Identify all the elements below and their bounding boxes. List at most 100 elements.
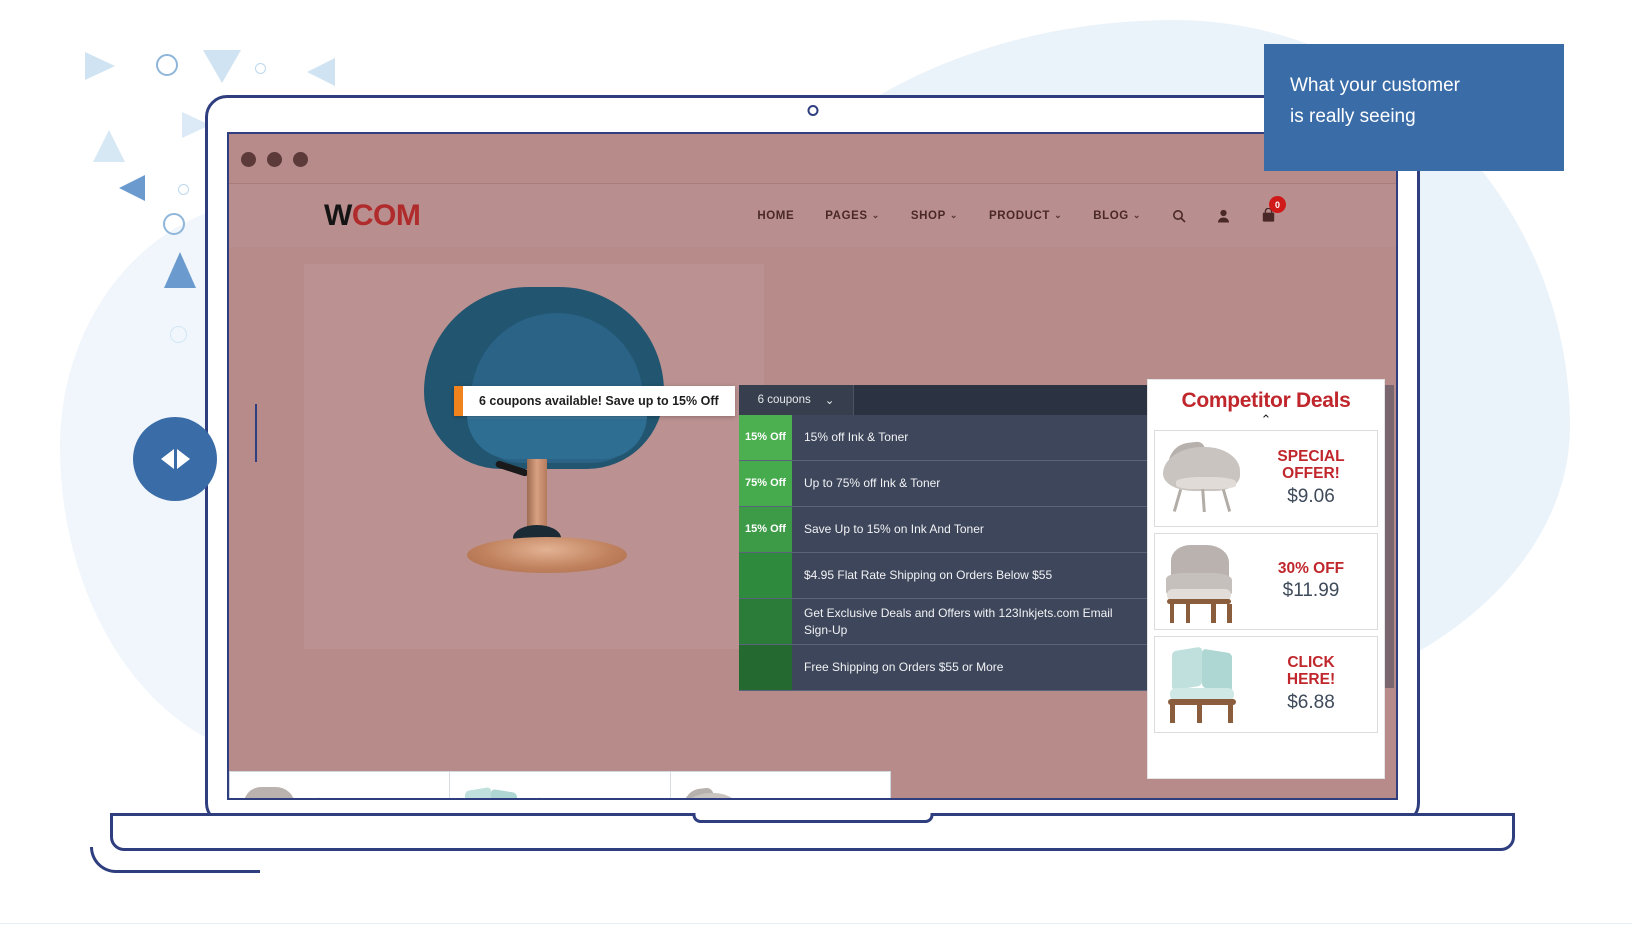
coupon-description: Save Up to 15% on Ink And Toner [804,522,984,537]
chevron-down-icon: ⌄ [824,395,835,407]
coupon-item[interactable]: 75% Off Up to 75% off Ink & Toner [739,461,1149,507]
ad-item[interactable]: $63.99 SPECIAL OFFER! [450,772,671,798]
decor-triangle-3 [307,58,335,86]
collapse-caret-icon[interactable]: ⌃ [1148,413,1384,426]
nav-arrow-stem [255,404,257,462]
coupon-panel-header: 6 coupons ⌄ [739,385,1149,415]
nav-item-blog[interactable]: BLOG ⌄ [1093,210,1141,222]
main-nav: HOME PAGES ⌄ SHOP ⌄ PRODUCT ⌄ BLOG ⌄ 0 [757,196,1286,223]
decor-triangle-5 [93,130,125,162]
product-main-image [409,287,679,587]
deal-card[interactable]: CLICK HERE! $6.88 [1154,636,1378,733]
nav-item-shop[interactable]: SHOP ⌄ [911,210,958,222]
coupon-description: Get Exclusive Deals and Offers with 123I… [804,606,1113,637]
nav-item-pages[interactable]: PAGES ⌄ [825,210,880,222]
coupon-item[interactable]: Free Shipping on Orders $55 or More [739,645,1149,691]
bottom-ad-strip: $23.99 CLICK HERE! $ [229,771,891,798]
coupon-description: 15% off Ink & Toner [804,430,909,445]
ad-item[interactable]: $23.99 CLICK HERE! [230,772,451,798]
coupon-item[interactable]: 15% Off 15% off Ink & Toner [739,415,1149,461]
coupon-discount-badge [739,599,792,644]
callout-line-1: What your customer [1290,75,1460,96]
coupon-discount-badge: 15% Off [739,415,792,460]
logo-part-1: W [324,198,352,232]
nav-label: SHOP [910,209,946,222]
close-dot-icon[interactable] [241,152,256,167]
browser-screen: WCOM HOME PAGES ⌄ SHOP ⌄ PRODUCT ⌄ BLOG … [227,132,1398,800]
chevron-down-icon: ⌄ [871,210,880,220]
deal-tag-line-2: HERE! [1286,671,1336,688]
deal-tag-line-2: OFFER! [1282,465,1340,482]
competitor-deals-title: Competitor Deals [1181,389,1351,412]
coupon-toast-banner[interactable]: 6 coupons available! Save up to 15% Off [454,386,735,416]
ad-price: $63.99 [534,795,669,798]
decor-triangle-7 [164,252,196,288]
laptop-camera-icon [807,105,818,116]
laptop-base [110,813,1515,851]
deal-info: CLICK HERE! $6.88 [1249,655,1377,713]
coupon-item[interactable]: 15% Off Save Up to 15% on Ink And Toner [739,507,1149,553]
decor-circle-5 [170,326,187,343]
nav-item-product[interactable]: PRODUCT ⌄ [989,210,1062,222]
search-icon[interactable] [1172,209,1186,223]
toast-text: 6 coupons available! Save up to 15% Off [463,386,735,416]
nav-item-home[interactable]: HOME [757,210,794,222]
deal-tag-line-1: 30% OFF [1277,559,1345,577]
shopping-cart-icon[interactable]: 0 [1261,196,1286,223]
deal-card[interactable]: 30% OFF $11.99 [1154,533,1378,630]
chevron-down-icon: ⌄ [1132,210,1141,220]
deal-thumbnail [1155,435,1249,523]
ad-thumbnail [671,780,753,798]
coupon-item[interactable]: Get Exclusive Deals and Offers with 123I… [739,599,1149,645]
coupon-item[interactable]: $4.95 Flat Rate Shipping on Orders Below… [739,553,1149,599]
deal-tag-line-1: CLICK [1287,654,1335,672]
nav-label: BLOG [1093,209,1129,222]
user-account-icon[interactable] [1217,209,1230,223]
browser-chrome [229,134,1396,184]
deal-card[interactable]: SPECIAL OFFER! $9.06 [1154,430,1378,527]
competitor-deals-panel: Competitor Deals ⌃ SPECIAL OFFER! $9.06 … [1147,379,1385,779]
laptop-foot [90,847,260,873]
maximize-dot-icon[interactable] [293,152,308,167]
decor-circle-3 [178,184,189,195]
decor-triangle-2 [203,50,241,83]
ad-info: $23.99 CLICK HERE! [312,795,449,798]
chevron-down-icon: ⌄ [949,210,958,220]
deal-info: 30% OFF $11.99 [1249,559,1377,603]
decor-triangle-1 [85,52,115,80]
coupon-list: 15% Off 15% off Ink & Toner 75% Off Up t… [739,415,1149,691]
carousel-nav-arrows-button[interactable] [133,417,217,501]
coupon-discount-badge: 15% Off [739,507,792,552]
deal-info: SPECIAL OFFER! $9.06 [1249,449,1377,507]
deal-price: $6.88 [1287,691,1335,713]
screenshot-root: WCOM HOME PAGES ⌄ SHOP ⌄ PRODUCT ⌄ BLOG … [0,0,1632,936]
coupon-discount-badge: 75% Off [739,461,792,506]
callout-box: What your customer is really seeing [1264,44,1564,171]
bottom-divider [0,923,1632,924]
logo-part-2: COM [351,198,421,232]
coupon-overlay-panel: 6 coupons ⌄ 15% Off 15% off Ink & Toner … [739,385,1149,691]
coupon-select-label: 6 coupons [757,394,811,406]
arrow-left-icon[interactable] [160,449,174,469]
ad-item[interactable]: $383.97 30% OFF [671,772,890,798]
window-controls[interactable] [241,152,308,167]
ad-info: $63.99 SPECIAL OFFER! [532,795,669,798]
ad-thumbnail [450,780,532,798]
nav-label: PAGES [825,209,868,222]
minimize-dot-icon[interactable] [267,152,282,167]
coupon-description: Up to 75% off Ink & Toner [804,476,941,491]
deal-tag-line-1: SPECIAL [1277,448,1345,466]
coupon-count-select[interactable]: 6 coupons ⌄ [739,385,854,415]
coupon-discount-badge [739,645,792,690]
ad-price: $23.99 [314,795,449,798]
nav-label: HOME [757,209,795,222]
coupon-discount-badge [739,553,792,598]
nav-label: PRODUCT [989,209,1051,222]
site-page-body: on $55+ 123inkjets order Coupons HP • LE… [229,247,1396,798]
laptop-mockup: WCOM HOME PAGES ⌄ SHOP ⌄ PRODUCT ⌄ BLOG … [90,95,1515,873]
arrow-right-icon[interactable] [176,449,190,469]
toast-accent-bar [454,386,463,416]
site-logo[interactable]: WCOM [324,198,421,233]
site-header: WCOM HOME PAGES ⌄ SHOP ⌄ PRODUCT ⌄ BLOG … [229,184,1396,247]
ad-thumbnail [230,780,312,798]
